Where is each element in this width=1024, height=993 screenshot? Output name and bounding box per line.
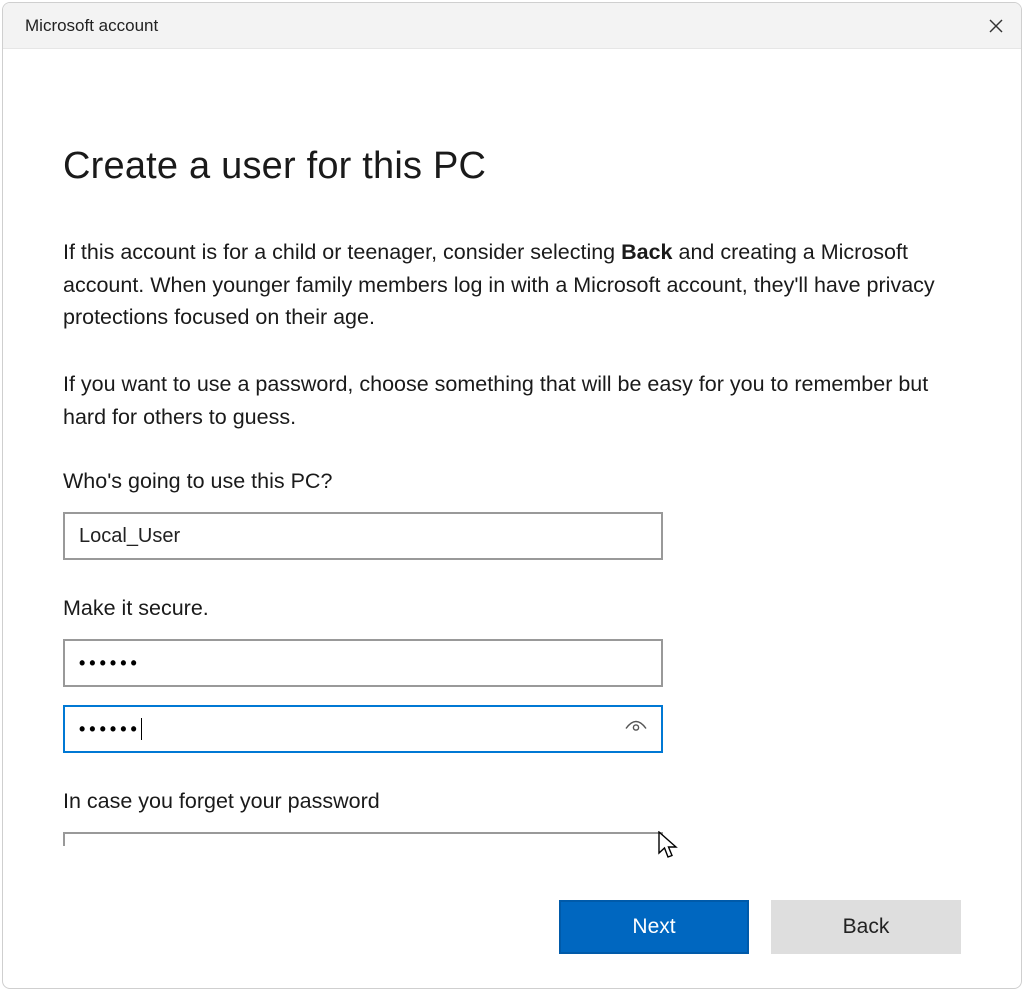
password-advice-text: If you want to use a password, choose so… — [63, 368, 961, 433]
next-button[interactable]: Next — [559, 900, 749, 954]
confirm-password-input[interactable]: •••••• — [63, 705, 663, 753]
close-button[interactable] — [971, 3, 1021, 49]
password-input[interactable]: •••••• — [63, 639, 663, 687]
username-label: Who's going to use this PC? — [63, 469, 961, 494]
confirm-password-value: •••••• — [79, 719, 141, 740]
password-hint-label: In case you forget your password — [63, 789, 961, 814]
password-hint-input[interactable] — [63, 832, 663, 846]
text-caret — [141, 718, 142, 740]
reveal-password-button[interactable] — [625, 718, 647, 741]
password-value: •••••• — [79, 653, 141, 674]
window-title: Microsoft account — [25, 16, 158, 36]
content-area: Create a user for this PC If this accoun… — [3, 49, 1021, 988]
username-value: Local_User — [79, 525, 180, 548]
eye-icon — [625, 719, 647, 735]
footer-buttons: Next Back — [559, 900, 961, 954]
intro-text: If this account is for a child or teenag… — [63, 236, 961, 334]
username-input[interactable]: Local_User — [63, 512, 663, 560]
back-button[interactable]: Back — [771, 900, 961, 954]
dialog-window: Microsoft account Create a user for this… — [2, 2, 1022, 989]
page-title: Create a user for this PC — [63, 145, 961, 188]
close-icon — [989, 19, 1003, 33]
secure-label: Make it secure. — [63, 596, 961, 621]
titlebar: Microsoft account — [3, 3, 1021, 49]
